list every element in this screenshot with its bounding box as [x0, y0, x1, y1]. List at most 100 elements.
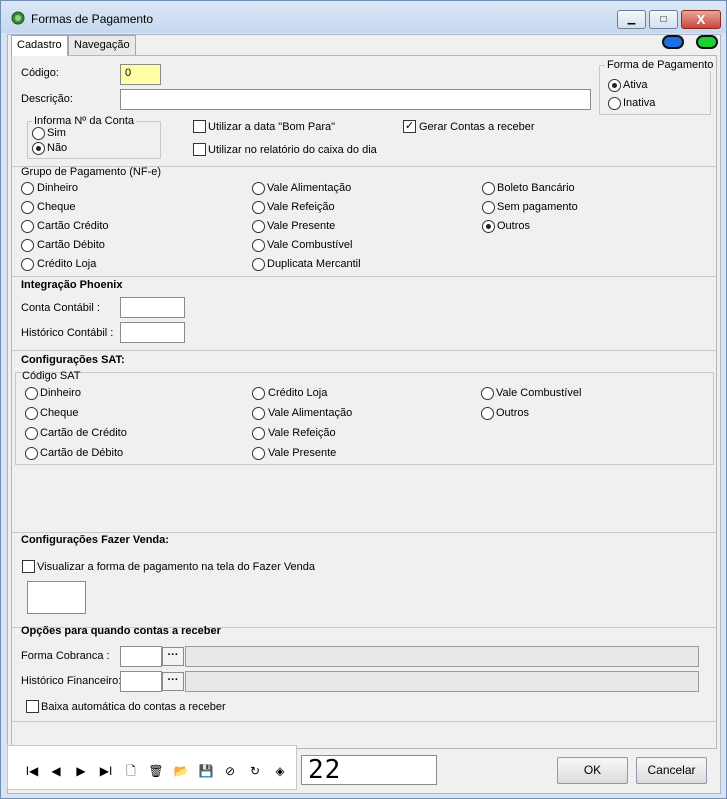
- save-icon[interactable]: 💾: [198, 763, 214, 779]
- sem-pagamento-radio[interactable]: [482, 201, 495, 214]
- vale-combustivel-radio[interactable]: [252, 239, 265, 252]
- historico-financeiro-lookup-button[interactable]: ···: [162, 672, 184, 691]
- visualizar-checkbox[interactable]: [22, 560, 35, 573]
- integracao-title: Integração Phoenix: [21, 279, 123, 291]
- sat-vale-refeicao-radio[interactable]: [252, 427, 265, 440]
- sat-vale-presente-radio[interactable]: [252, 447, 265, 460]
- sat-outros-label: Outros: [496, 407, 530, 419]
- historico-financeiro-input[interactable]: [120, 671, 162, 692]
- sat-cartao-debito-label: Cartão de Débito: [40, 447, 124, 459]
- cheque-radio[interactable]: [21, 201, 34, 214]
- divider: [12, 350, 716, 351]
- outros-radio[interactable]: [482, 220, 495, 233]
- historico-contabil-input[interactable]: [120, 322, 185, 343]
- forma-cobranca-label: Forma Cobranca :: [21, 650, 110, 662]
- contas-receber-title: Opções para quando contas a receber: [21, 625, 221, 637]
- credito-loja-label: Crédito Loja: [37, 258, 97, 270]
- client-area: Cadastro Navegação Código: 0 Descrição: …: [7, 34, 721, 794]
- baixa-automatica-label: Baixa automática do contas a receber: [41, 701, 226, 713]
- vale-alimentacao-radio[interactable]: [252, 182, 265, 195]
- tab-cadastro[interactable]: Cadastro: [11, 35, 68, 56]
- codigo-label: Código:: [21, 67, 59, 79]
- sem-pagamento-label: Sem pagamento: [497, 201, 578, 213]
- sat-vale-presente-label: Vale Presente: [268, 447, 337, 459]
- status-led-blue-icon: [662, 35, 684, 49]
- cartao-debito-label: Cartão Débito: [37, 239, 105, 251]
- vale-combustivel-label: Vale Combustível: [267, 239, 353, 251]
- sat-title: Configurações SAT:: [21, 354, 125, 366]
- ativa-radio[interactable]: [608, 79, 621, 92]
- status-led-green-icon: [696, 35, 718, 49]
- dinheiro-radio[interactable]: [21, 182, 34, 195]
- new-record-icon[interactable]: 🗋: [123, 763, 139, 779]
- divider: [12, 721, 716, 722]
- delete-record-icon[interactable]: 🗑: [148, 763, 164, 779]
- last-record-icon[interactable]: ▶I: [98, 763, 114, 779]
- sat-vale-alimentacao-radio[interactable]: [252, 407, 265, 420]
- cheque-label: Cheque: [37, 201, 76, 213]
- historico-financeiro-description: [185, 671, 699, 692]
- maximize-button[interactable]: □: [649, 10, 678, 29]
- next-record-icon[interactable]: ▶: [73, 763, 89, 779]
- conta-contabil-input[interactable]: [120, 297, 185, 318]
- cartao-debito-radio[interactable]: [21, 239, 34, 252]
- sat-outros-radio[interactable]: [481, 407, 494, 420]
- baixa-automatica-checkbox[interactable]: [26, 700, 39, 713]
- sat-cartao-debito-radio[interactable]: [25, 447, 38, 460]
- sat-vale-combustivel-label: Vale Combustível: [496, 387, 582, 399]
- inativa-radio[interactable]: [608, 97, 621, 110]
- vale-alimentacao-label: Vale Alimentação: [267, 182, 352, 194]
- descricao-label: Descrição:: [21, 93, 73, 105]
- cartao-credito-label: Cartão Crédito: [37, 220, 109, 232]
- descricao-input[interactable]: [120, 89, 591, 110]
- gerar-contas-checkbox[interactable]: ✓: [403, 120, 416, 133]
- boleto-bancario-radio[interactable]: [482, 182, 495, 195]
- preview-box: [27, 581, 86, 614]
- forma-cobranca-input[interactable]: [120, 646, 162, 667]
- window: Formas de Pagamento ▁ □ X Cadastro Naveg…: [0, 0, 727, 799]
- bom-para-checkbox[interactable]: [193, 120, 206, 133]
- divider: [12, 532, 716, 533]
- sat-cheque-radio[interactable]: [25, 407, 38, 420]
- refresh-icon[interactable]: ↻: [247, 763, 263, 779]
- sat-credito-loja-label: Crédito Loja: [268, 387, 328, 399]
- prev-record-icon[interactable]: ◀: [48, 763, 64, 779]
- inativa-label: Inativa: [623, 97, 656, 109]
- sat-vale-combustivel-radio[interactable]: [481, 387, 494, 400]
- duplicata-mercantil-radio[interactable]: [252, 258, 265, 271]
- cancel-button[interactable]: Cancelar: [636, 757, 707, 784]
- cartao-credito-radio[interactable]: [21, 220, 34, 233]
- open-icon[interactable]: 📂: [173, 763, 189, 779]
- sat-cheque-label: Cheque: [40, 407, 79, 419]
- forma-cobranca-lookup-button[interactable]: ···: [162, 647, 184, 666]
- vale-refeicao-radio[interactable]: [252, 201, 265, 214]
- gem-icon[interactable]: ◈: [272, 763, 288, 779]
- informa-conta-group: Informa Nº da Conta Sim Não: [27, 115, 161, 159]
- close-button[interactable]: X: [681, 10, 721, 29]
- first-record-icon[interactable]: I◀: [24, 763, 40, 779]
- navigation-toolbar: I◀ ◀ ▶ ▶I 🗋 🗑 📂 💾 ⊘ ↻ ◈: [7, 745, 297, 790]
- fazer-venda-title: Configurações Fazer Venda:: [21, 534, 169, 546]
- historico-contabil-label: Histórico Contábil :: [21, 327, 114, 339]
- minimize-button[interactable]: ▁: [617, 10, 646, 29]
- credito-loja-radio[interactable]: [21, 258, 34, 271]
- forma-cobranca-description: [185, 646, 699, 667]
- duplicata-mercantil-label: Duplicata Mercantil: [267, 258, 361, 270]
- nao-radio[interactable]: [32, 142, 45, 155]
- outros-label: Outros: [497, 220, 531, 232]
- title-bar[interactable]: Formas de Pagamento ▁ □ X: [1, 1, 726, 33]
- sat-credito-loja-radio[interactable]: [252, 387, 265, 400]
- sat-dinheiro-label: Dinheiro: [40, 387, 81, 399]
- ok-button[interactable]: OK: [557, 757, 628, 784]
- vale-presente-radio[interactable]: [252, 220, 265, 233]
- sat-subtitle: Código SAT: [22, 370, 81, 382]
- nao-label: Não: [47, 142, 68, 154]
- sat-dinheiro-radio[interactable]: [25, 387, 38, 400]
- tab-navegacao[interactable]: Navegação: [68, 35, 136, 55]
- grupo-pagamento-title: Grupo de Pagamento (NF-e): [21, 166, 162, 178]
- relatorio-caixa-checkbox[interactable]: [193, 143, 206, 156]
- sat-cartao-credito-radio[interactable]: [25, 427, 38, 440]
- cancel-icon[interactable]: ⊘: [222, 763, 238, 779]
- codigo-input[interactable]: 0: [120, 64, 161, 85]
- sim-radio[interactable]: [32, 127, 45, 140]
